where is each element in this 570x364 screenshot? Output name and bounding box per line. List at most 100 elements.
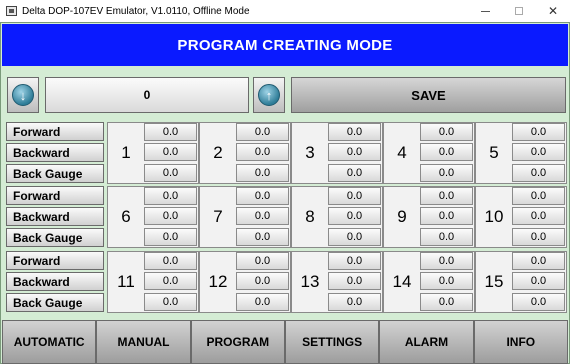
backward-value-field[interactable]: 0.0 [420, 143, 473, 161]
program-number: 5 [489, 143, 499, 162]
backward-value-field[interactable]: 0.0 [420, 272, 473, 290]
nav-alarm-button[interactable]: ALARM [379, 320, 474, 364]
back-gauge-value-field[interactable]: 0.0 [512, 293, 565, 311]
forward-value-field[interactable]: 0.0 [328, 187, 381, 205]
back-gauge-value-field[interactable]: 0.0 [420, 228, 473, 246]
backward-value-field[interactable]: 0.0 [236, 272, 289, 290]
program-cell: 9 0.0 0.0 0.0 [383, 186, 475, 248]
bottom-navigation: AUTOMATIC MANUAL PROGRAM SETTINGS ALARM INFO [2, 320, 568, 364]
program-cell: 13 0.0 0.0 0.0 [291, 251, 383, 313]
program-cell: 12 0.0 0.0 0.0 [199, 251, 291, 313]
back-gauge-value-field[interactable]: 0.0 [328, 164, 381, 182]
forward-value-field[interactable]: 0.0 [236, 252, 289, 270]
backward-button[interactable]: Backward [6, 207, 104, 226]
program-cell: 2 0.0 0.0 0.0 [199, 122, 291, 184]
arrow-up-icon: ↑ [258, 84, 280, 106]
program-number: 11 [117, 272, 135, 291]
backward-button[interactable]: Backward [6, 143, 104, 162]
forward-value-field[interactable]: 0.0 [420, 123, 473, 141]
program-number: 14 [392, 272, 412, 291]
forward-value-field[interactable]: 0.0 [512, 187, 565, 205]
forward-value-field[interactable]: 0.0 [236, 123, 289, 141]
backward-value-field[interactable]: 0.0 [144, 272, 197, 290]
maximize-icon [515, 7, 523, 15]
forward-value-field[interactable]: 0.0 [328, 123, 381, 141]
program-number: 8 [305, 207, 315, 226]
backward-value-field[interactable]: 0.0 [512, 272, 565, 290]
back-gauge-value-field[interactable]: 0.0 [420, 293, 473, 311]
close-button[interactable]: ✕ [536, 0, 570, 22]
title-bar: Delta DOP-107EV Emulator, V1.0110, Offli… [0, 0, 570, 22]
program-number: 12 [208, 272, 228, 291]
forward-button[interactable]: Forward [6, 122, 104, 141]
back-gauge-button[interactable]: Back Gauge [6, 228, 104, 247]
maximize-button[interactable] [502, 0, 536, 22]
nav-info-button[interactable]: INFO [473, 320, 568, 364]
minimize-button[interactable] [468, 0, 502, 22]
back-gauge-value-field[interactable]: 0.0 [144, 164, 197, 182]
program-number: 1 [121, 143, 131, 162]
backward-value-field[interactable]: 0.0 [144, 207, 197, 225]
program-up-button[interactable]: ↑ [253, 77, 285, 113]
page-title: PROGRAM CREATING MODE [177, 36, 393, 54]
nav-program-button[interactable]: PROGRAM [190, 320, 285, 364]
backward-button[interactable]: Backward [6, 272, 104, 291]
forward-button[interactable]: Forward [6, 251, 104, 270]
back-gauge-button[interactable]: Back Gauge [6, 293, 104, 312]
back-gauge-value-field[interactable]: 0.0 [144, 293, 197, 311]
program-cell: 3 0.0 0.0 0.0 [291, 122, 383, 184]
backward-value-field[interactable]: 0.0 [236, 143, 289, 161]
forward-value-field[interactable]: 0.0 [420, 252, 473, 270]
program-down-button[interactable]: ↓ [7, 77, 39, 113]
forward-button[interactable]: Forward [6, 186, 104, 205]
forward-value-field[interactable]: 0.0 [512, 252, 565, 270]
forward-value-field[interactable]: 0.0 [144, 252, 197, 270]
forward-value-field[interactable]: 0.0 [144, 187, 197, 205]
back-gauge-value-field[interactable]: 0.0 [236, 293, 289, 311]
backward-value-field[interactable]: 0.0 [420, 207, 473, 225]
back-gauge-button[interactable]: Back Gauge [6, 164, 104, 183]
nav-manual-button[interactable]: MANUAL [96, 320, 191, 364]
back-gauge-value-field[interactable]: 0.0 [328, 228, 381, 246]
backward-value-field[interactable]: 0.0 [512, 207, 565, 225]
backward-value-field[interactable]: 0.0 [328, 143, 381, 161]
program-cell: 1 0.0 0.0 0.0 [107, 122, 199, 184]
program-cell: 5 0.0 0.0 0.0 [475, 122, 567, 184]
backward-value-field[interactable]: 0.0 [328, 272, 381, 290]
backward-value-field[interactable]: 0.0 [512, 143, 565, 161]
back-gauge-value-field[interactable]: 0.0 [144, 228, 197, 246]
back-gauge-value-field[interactable]: 0.0 [420, 164, 473, 182]
program-cell: 7 0.0 0.0 0.0 [199, 186, 291, 248]
back-gauge-value-field[interactable]: 0.0 [328, 293, 381, 311]
program-row: Forward Backward Back Gauge 1 0.0 0.0 0.0 2 0.0 0… [6, 122, 567, 184]
program-cell: 6 0.0 0.0 0.0 [107, 186, 199, 248]
back-gauge-value-field[interactable]: 0.0 [236, 228, 289, 246]
forward-value-field[interactable]: 0.0 [420, 187, 473, 205]
backward-value-field[interactable]: 0.0 [144, 143, 197, 161]
close-icon: ✕ [547, 4, 559, 18]
save-button[interactable]: SAVE [291, 77, 566, 113]
nav-automatic-button[interactable]: AUTOMATIC [2, 320, 97, 364]
program-row: Forward Backward Back Gauge 11 0.0 0.0 0.0 12 0.… [6, 251, 567, 313]
window-title: Delta DOP-107EV Emulator, V1.0110, Offli… [22, 5, 250, 17]
backward-value-field[interactable]: 0.0 [328, 207, 381, 225]
arrow-down-icon: ↓ [12, 84, 34, 106]
forward-value-field[interactable]: 0.0 [328, 252, 381, 270]
back-gauge-value-field[interactable]: 0.0 [512, 164, 565, 182]
program-row: Forward Backward Back Gauge 6 0.0 0.0 0.0 7 0.0 0… [6, 186, 567, 248]
program-number: 2 [213, 143, 223, 162]
backward-value-field[interactable]: 0.0 [236, 207, 289, 225]
forward-value-field[interactable]: 0.0 [144, 123, 197, 141]
program-number-field[interactable]: 0 [45, 77, 249, 113]
program-number: 13 [300, 272, 320, 291]
program-cell: 15 0.0 0.0 0.0 [475, 251, 567, 313]
program-number: 3 [305, 143, 315, 162]
back-gauge-value-field[interactable]: 0.0 [236, 164, 289, 182]
minimize-icon [480, 10, 490, 12]
hmi-screen: PROGRAM CREATING MODE ↓ 0 ↑ SAVE Forward… [0, 22, 570, 364]
nav-settings-button[interactable]: SETTINGS [284, 320, 380, 364]
forward-value-field[interactable]: 0.0 [236, 187, 289, 205]
program-cell: 14 0.0 0.0 0.0 [383, 251, 475, 313]
back-gauge-value-field[interactable]: 0.0 [512, 228, 565, 246]
forward-value-field[interactable]: 0.0 [512, 123, 565, 141]
